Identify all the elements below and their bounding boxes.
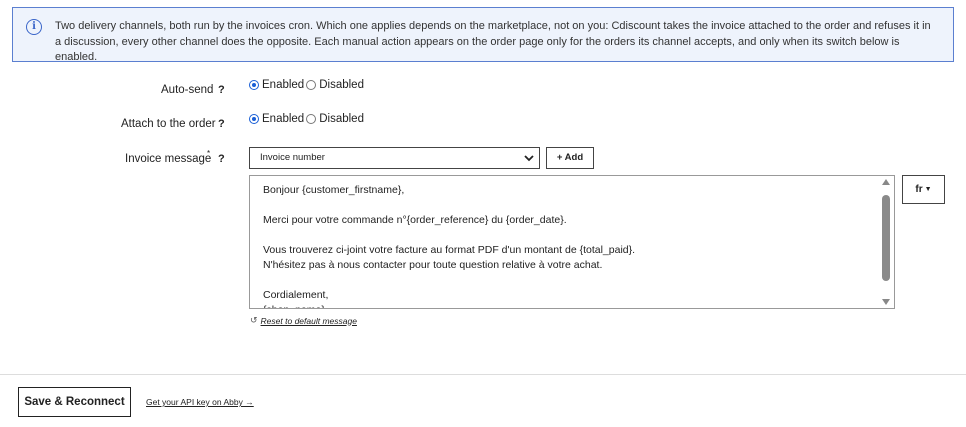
reset-icon: ↺ [250, 315, 258, 325]
auto-send-radio-group: Enabled Disabled [249, 79, 366, 91]
auto-send-label: Auto-send [161, 84, 214, 96]
attach-enabled-label[interactable]: Enabled [262, 113, 304, 125]
attach-help-icon[interactable]: ? [218, 118, 225, 130]
caret-down-icon: ▼ [924, 186, 932, 193]
invoice-message-body: Bonjour {customer_firstname}, Merci pour… [263, 184, 636, 308]
attach-radio-group: Enabled Disabled [249, 113, 366, 125]
textarea-scrollbar[interactable] [878, 176, 894, 308]
language-dropdown[interactable]: fr ▼ [902, 175, 945, 204]
scroll-up-arrow-icon[interactable] [882, 179, 890, 185]
attach-label: Attach to the order [121, 118, 216, 130]
auto-send-enabled-radio[interactable] [249, 80, 259, 90]
info-icon: i [26, 19, 42, 35]
invoice-message-label: Invoice message [125, 153, 212, 165]
invoice-message-help-icon[interactable]: ? [218, 153, 225, 165]
reset-default-label[interactable]: Reset to default message [261, 316, 357, 326]
info-banner: i Two delivery channels, both run by the… [12, 7, 954, 63]
variable-select-value: Invoice number [260, 152, 325, 163]
auto-send-help-icon[interactable]: ? [218, 84, 225, 96]
language-value: fr [915, 184, 923, 195]
attach-enabled-radio[interactable] [249, 114, 259, 124]
required-mark: * [207, 149, 211, 158]
scroll-down-arrow-icon[interactable] [882, 299, 890, 305]
info-text: Two delivery channels, both run by the i… [55, 20, 931, 63]
add-variable-button[interactable]: + Add [546, 147, 594, 169]
chevron-down-icon [524, 155, 534, 162]
auto-send-disabled-label[interactable]: Disabled [319, 79, 364, 91]
auto-send-enabled-label[interactable]: Enabled [262, 79, 304, 91]
footer-bar: Save & Reconnect Get your API key on Abb… [0, 374, 966, 427]
variable-select[interactable]: Invoice number [249, 147, 540, 169]
invoice-message-textarea[interactable]: Bonjour {customer_firstname}, Merci pour… [249, 175, 895, 309]
save-reconnect-button[interactable]: Save & Reconnect [18, 387, 131, 417]
scroll-thumb[interactable] [882, 195, 890, 281]
api-key-link[interactable]: Get your API key on Abby → [146, 397, 254, 407]
reset-default-link[interactable]: ↺ Reset to default message [250, 315, 357, 326]
auto-send-disabled-radio[interactable] [306, 80, 317, 90]
attach-disabled-radio[interactable] [306, 114, 317, 124]
attach-disabled-label[interactable]: Disabled [319, 113, 364, 125]
